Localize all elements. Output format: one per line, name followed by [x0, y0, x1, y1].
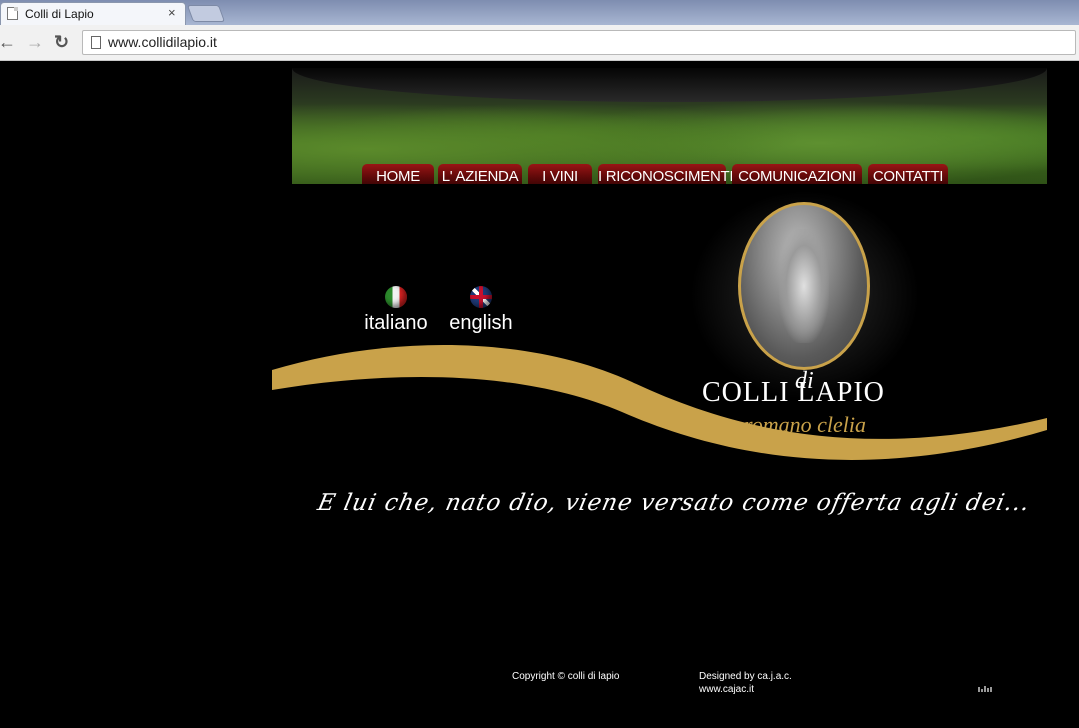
address-bar[interactable]: www.collidilapio.it	[82, 30, 1076, 55]
banner-sky	[292, 68, 1047, 102]
lang-italiano-label[interactable]: italiano	[364, 312, 427, 334]
gold-wave	[272, 345, 1047, 460]
audio-equalizer-icon[interactable]	[978, 674, 996, 692]
page-icon	[91, 36, 101, 49]
browser-tabstrip: Colli di Lapio ×	[0, 0, 1079, 25]
close-tab-icon[interactable]: ×	[168, 5, 176, 20]
page-favicon-icon	[7, 7, 18, 20]
tagline: E lui che, nato dio, viene versato come …	[315, 490, 1033, 516]
italy-flag-icon[interactable]	[385, 286, 407, 308]
forward-arrow-icon[interactable]: →	[26, 32, 44, 52]
nav-contatti[interactable]: CONTATTI	[868, 164, 948, 184]
url-text[interactable]: www.collidilapio.it	[108, 34, 217, 50]
lang-italiano[interactable]: italiano	[360, 286, 432, 335]
back-arrow-icon[interactable]: ←	[0, 32, 16, 52]
nav-riconoscimenti[interactable]: I RICONOSCIMENTI	[598, 164, 734, 184]
footer-designer-link[interactable]: www.cajac.it	[699, 683, 792, 696]
browser-tab[interactable]: Colli di Lapio ×	[0, 2, 186, 25]
footer-credits: Designed by ca.j.a.c. www.cajac.it	[699, 670, 792, 696]
lang-english-label[interactable]: english	[449, 312, 512, 334]
bacchus-medallion-image	[738, 202, 870, 370]
browser-toolbar: ← → ↻ www.collidilapio.it	[0, 25, 1079, 61]
lang-english[interactable]: english	[446, 286, 516, 335]
nav-azienda[interactable]: L' AZIENDA	[438, 164, 522, 184]
logo-di: di	[795, 368, 814, 394]
footer-designed-by: Designed by ca.j.a.c.	[699, 671, 792, 682]
new-tab-button[interactable]	[186, 5, 226, 22]
nav-vini[interactable]: I VINI	[528, 164, 592, 184]
web-page: HOME L' AZIENDA I VINI I RICONOSCIMENTI …	[0, 62, 1079, 728]
tab-title: Colli di Lapio	[25, 7, 94, 21]
uk-flag-icon[interactable]	[470, 286, 492, 308]
logo-text: COLLI LAPIO	[702, 377, 885, 408]
nav-home[interactable]: HOME	[362, 164, 434, 184]
footer-copyright: Copyright © colli di lapio	[512, 671, 620, 682]
reload-icon[interactable]: ↻	[54, 32, 69, 52]
logo-subtitle: romano clelia	[744, 412, 866, 437]
vineyard-banner: HOME L' AZIENDA I VINI I RICONOSCIMENTI …	[292, 68, 1047, 184]
nav-comunicazioni[interactable]: COMUNICAZIONI	[732, 164, 862, 184]
